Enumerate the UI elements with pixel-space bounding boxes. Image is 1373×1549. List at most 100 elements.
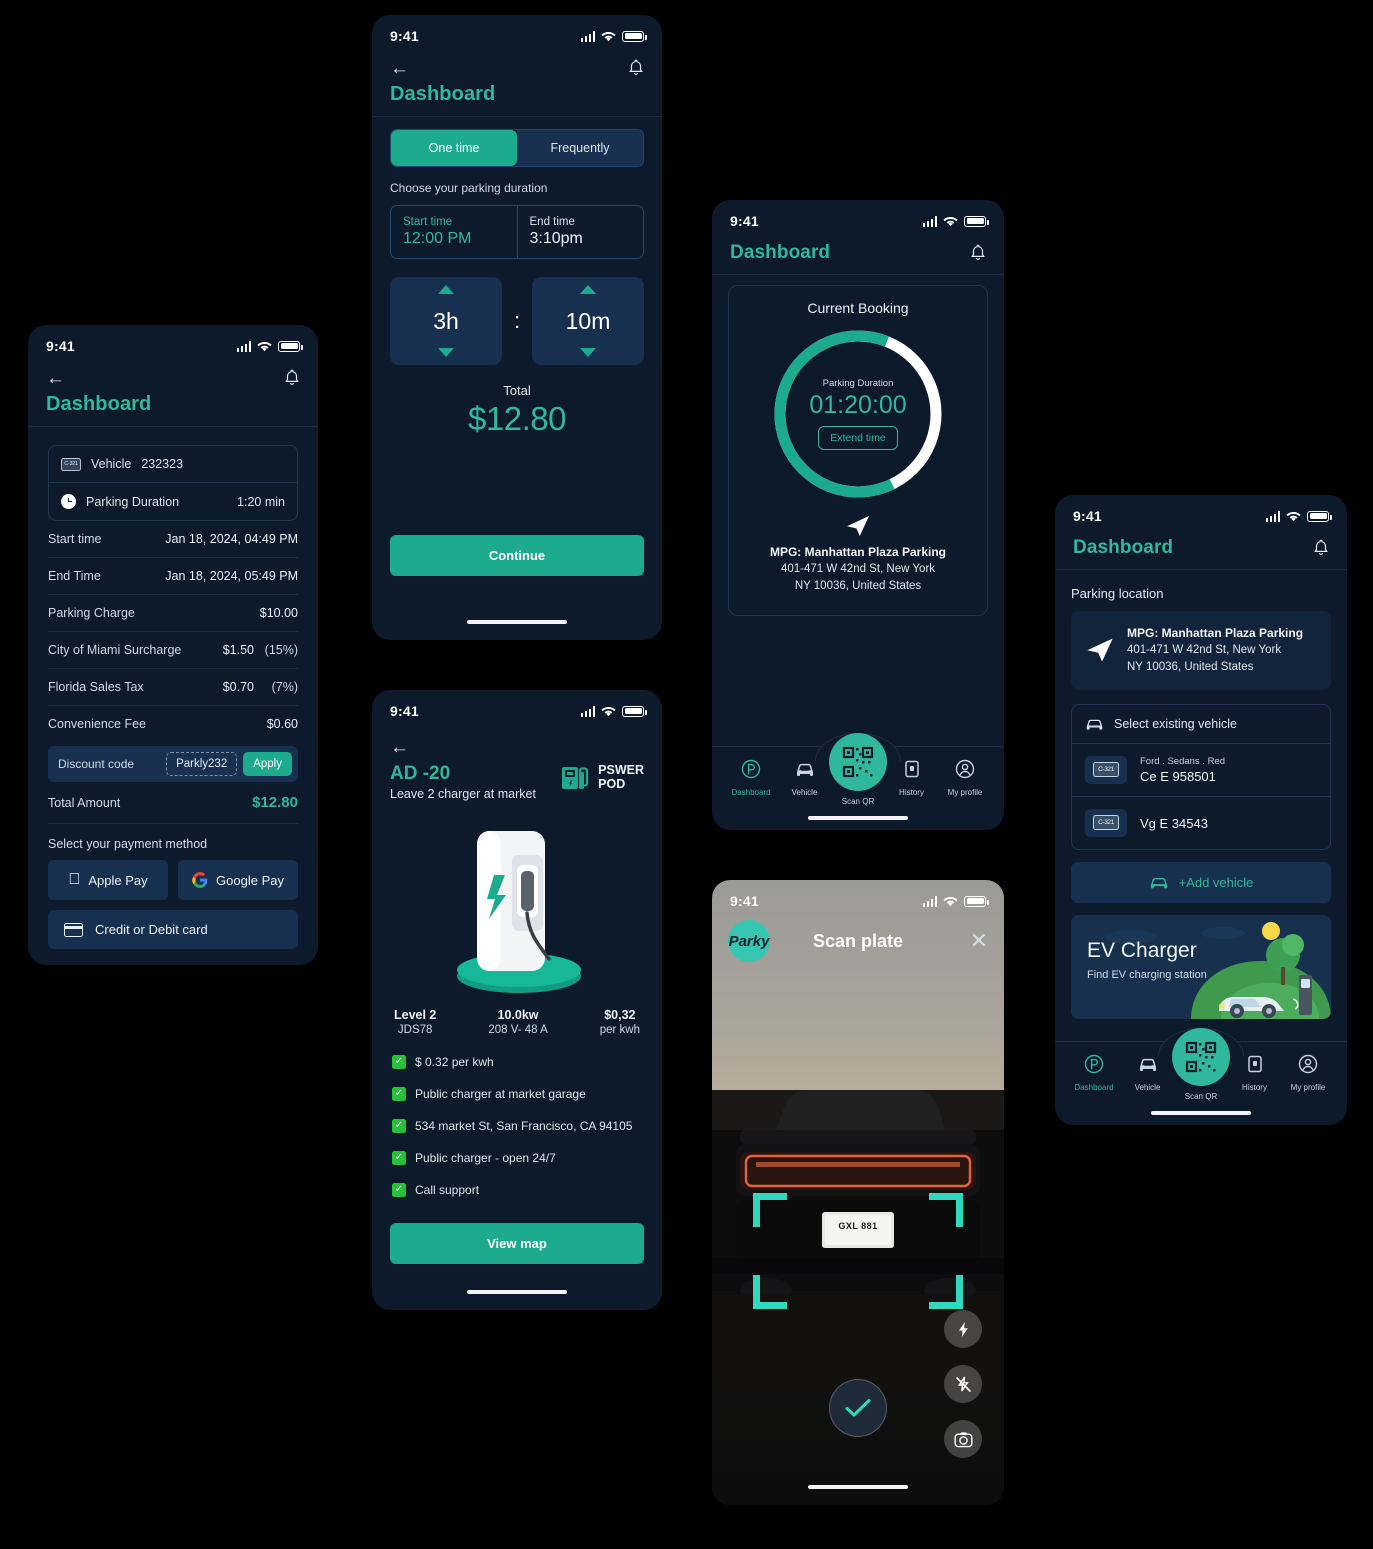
nav-item-history[interactable]: History bbox=[1232, 1054, 1278, 1092]
nav-item-vehicle[interactable]: Vehicle bbox=[1125, 1054, 1171, 1092]
minutes-increment-icon[interactable] bbox=[580, 285, 596, 294]
duration-value: 1:20 min bbox=[237, 494, 285, 509]
screen-charger-detail: 9:41 ← AD -20 Leave 2 charger at market bbox=[372, 690, 662, 1310]
screen-receipt: 9:41 ← Dashboard C-321 Vehicle 232323 Pa… bbox=[28, 325, 318, 965]
google-pay-button[interactable]: Google Pay bbox=[178, 860, 298, 900]
header: Dashboard bbox=[1055, 529, 1347, 570]
end-time-cell[interactable]: End time 3:10pm bbox=[516, 206, 644, 258]
start-time-value: 12:00 PM bbox=[403, 230, 472, 247]
signal-icon bbox=[1265, 510, 1280, 522]
home-indicator bbox=[808, 1485, 908, 1489]
nav-label: Scan QR bbox=[841, 797, 875, 806]
status-icons bbox=[236, 340, 303, 352]
status-icons bbox=[580, 705, 647, 717]
ev-charger-banner[interactable]: EV Charger Find EV charging station bbox=[1071, 914, 1331, 1019]
ev-banner-title: EV Charger bbox=[1087, 938, 1197, 962]
qr-code-icon[interactable] bbox=[829, 733, 887, 791]
back-arrow-icon[interactable]: ← bbox=[390, 59, 409, 78]
flash-on-button[interactable] bbox=[944, 1310, 982, 1348]
discount-code-input[interactable]: Parkly232 bbox=[166, 752, 238, 776]
notification-bell-icon[interactable] bbox=[628, 59, 644, 77]
view-map-button[interactable]: View map bbox=[390, 1223, 644, 1264]
discount-label: Discount code bbox=[58, 757, 135, 771]
parking-p-icon bbox=[741, 759, 761, 779]
notification-bell-icon[interactable] bbox=[1313, 539, 1329, 557]
nav-item-dashboard[interactable]: Dashboard bbox=[1071, 1054, 1117, 1092]
nav-item-my-profile[interactable]: My profile bbox=[942, 759, 988, 797]
row-value: $0.60 bbox=[266, 717, 298, 731]
continue-button[interactable]: Continue bbox=[390, 535, 644, 576]
nav-item-history[interactable]: History bbox=[889, 759, 935, 797]
wifi-icon bbox=[601, 706, 616, 716]
list-item[interactable]: C-321 Vg E 34543 bbox=[1072, 795, 1330, 849]
row-label: End Time bbox=[48, 569, 101, 583]
back-arrow-icon[interactable]: ← bbox=[390, 738, 644, 757]
row-value: Jan 18, 2024, 04:49 PM bbox=[165, 532, 298, 546]
row-value: $10.00 bbox=[259, 606, 298, 620]
nav-label: Vehicle bbox=[791, 788, 818, 797]
vehicle-plate: Vg E 34543 bbox=[1140, 816, 1208, 832]
hours-stepper[interactable]: 3h bbox=[390, 277, 502, 365]
status-icons bbox=[580, 30, 647, 42]
history-icon bbox=[904, 760, 919, 778]
list-item: ✓ Public charger - open 24/7 bbox=[390, 1142, 644, 1174]
extend-time-button[interactable]: Extend time bbox=[818, 426, 898, 450]
nav-item-vehicle[interactable]: Vehicle bbox=[782, 759, 828, 797]
page-title: Dashboard bbox=[1073, 537, 1174, 558]
nav-item-my-profile[interactable]: My profile bbox=[1285, 1054, 1331, 1092]
confirm-scan-button[interactable] bbox=[829, 1379, 887, 1437]
close-icon[interactable]: ✕ bbox=[970, 930, 988, 952]
scan-corner-bottom-left bbox=[753, 1275, 787, 1309]
google-icon bbox=[192, 872, 208, 888]
wifi-icon bbox=[1286, 511, 1301, 521]
nav-label: Dashboard bbox=[1074, 1083, 1114, 1092]
credit-card-button[interactable]: Credit or Debit card bbox=[48, 910, 298, 949]
home-indicator bbox=[467, 620, 567, 624]
charger-subtitle: Leave 2 charger at market bbox=[390, 787, 536, 801]
page-title: Dashboard bbox=[390, 83, 496, 105]
list-item[interactable]: C-321 Ford . Sedans . Red Ce E 958501 bbox=[1072, 744, 1330, 796]
license-plate-icon: C-321 bbox=[1085, 755, 1127, 784]
hours-decrement-icon[interactable] bbox=[438, 348, 454, 357]
camera-button[interactable] bbox=[944, 1420, 982, 1458]
header: Dashboard bbox=[712, 234, 1004, 275]
home-indicator bbox=[467, 1290, 567, 1294]
apple-pay-button[interactable]:  Apple Pay bbox=[48, 860, 168, 900]
end-time-value: 3:10pm bbox=[529, 230, 583, 247]
status-icons bbox=[922, 895, 989, 907]
address-line-2: NY 10036, United States bbox=[794, 580, 922, 593]
wifi-icon bbox=[257, 341, 272, 351]
spec-top: Level 2 bbox=[394, 1008, 437, 1022]
back-arrow-icon[interactable]: ← bbox=[46, 369, 65, 388]
minutes-value: 10m bbox=[565, 307, 611, 334]
charger-body: ← AD -20 Leave 2 charger at market PSWER… bbox=[372, 724, 662, 1294]
vehicle-summary-card: C-321 Vehicle 232323 Parking Duration 1:… bbox=[48, 445, 298, 521]
parking-address: MPG: Manhattan Plaza Parking 401-471 W 4… bbox=[743, 544, 973, 595]
qr-code-icon[interactable] bbox=[1172, 1028, 1230, 1086]
notification-bell-icon[interactable] bbox=[284, 369, 300, 387]
table-row: Convenience Fee $0.60 bbox=[48, 706, 298, 742]
battery-icon bbox=[622, 30, 647, 42]
parking-location-card[interactable]: MPG: Manhattan Plaza Parking 401-471 W 4… bbox=[1071, 611, 1331, 690]
nav-item-dashboard[interactable]: Dashboard bbox=[728, 759, 774, 797]
section-label: Parking location bbox=[1071, 586, 1164, 601]
total-value: $12.80 bbox=[252, 794, 298, 811]
minutes-stepper[interactable]: 10m bbox=[532, 277, 644, 365]
minutes-decrement-icon[interactable] bbox=[580, 348, 596, 357]
hours-increment-icon[interactable] bbox=[438, 285, 454, 294]
tab-one-time[interactable]: One time bbox=[391, 130, 517, 166]
flash-off-button[interactable] bbox=[944, 1365, 982, 1403]
notification-bell-icon[interactable] bbox=[970, 244, 986, 262]
feature-label: Call support bbox=[415, 1183, 480, 1197]
duration-body: One time Frequently Choose your parking … bbox=[372, 117, 662, 624]
vehicle-meta: Ford . Sedans . Red bbox=[1140, 755, 1226, 767]
add-vehicle-button[interactable]: +Add vehicle bbox=[1071, 861, 1331, 903]
battery-icon bbox=[1307, 510, 1332, 522]
history-icon bbox=[1247, 1055, 1262, 1073]
discount-code-row: Discount code Parkly232 Apply bbox=[48, 746, 298, 782]
status-bar: 9:41 bbox=[372, 15, 662, 49]
tab-frequently[interactable]: Frequently bbox=[517, 130, 643, 166]
start-time-cell[interactable]: Start time 12:00 PM bbox=[391, 206, 517, 258]
apply-discount-button[interactable]: Apply bbox=[243, 752, 292, 776]
receipt-body: C-321 Vehicle 232323 Parking Duration 1:… bbox=[28, 427, 318, 965]
